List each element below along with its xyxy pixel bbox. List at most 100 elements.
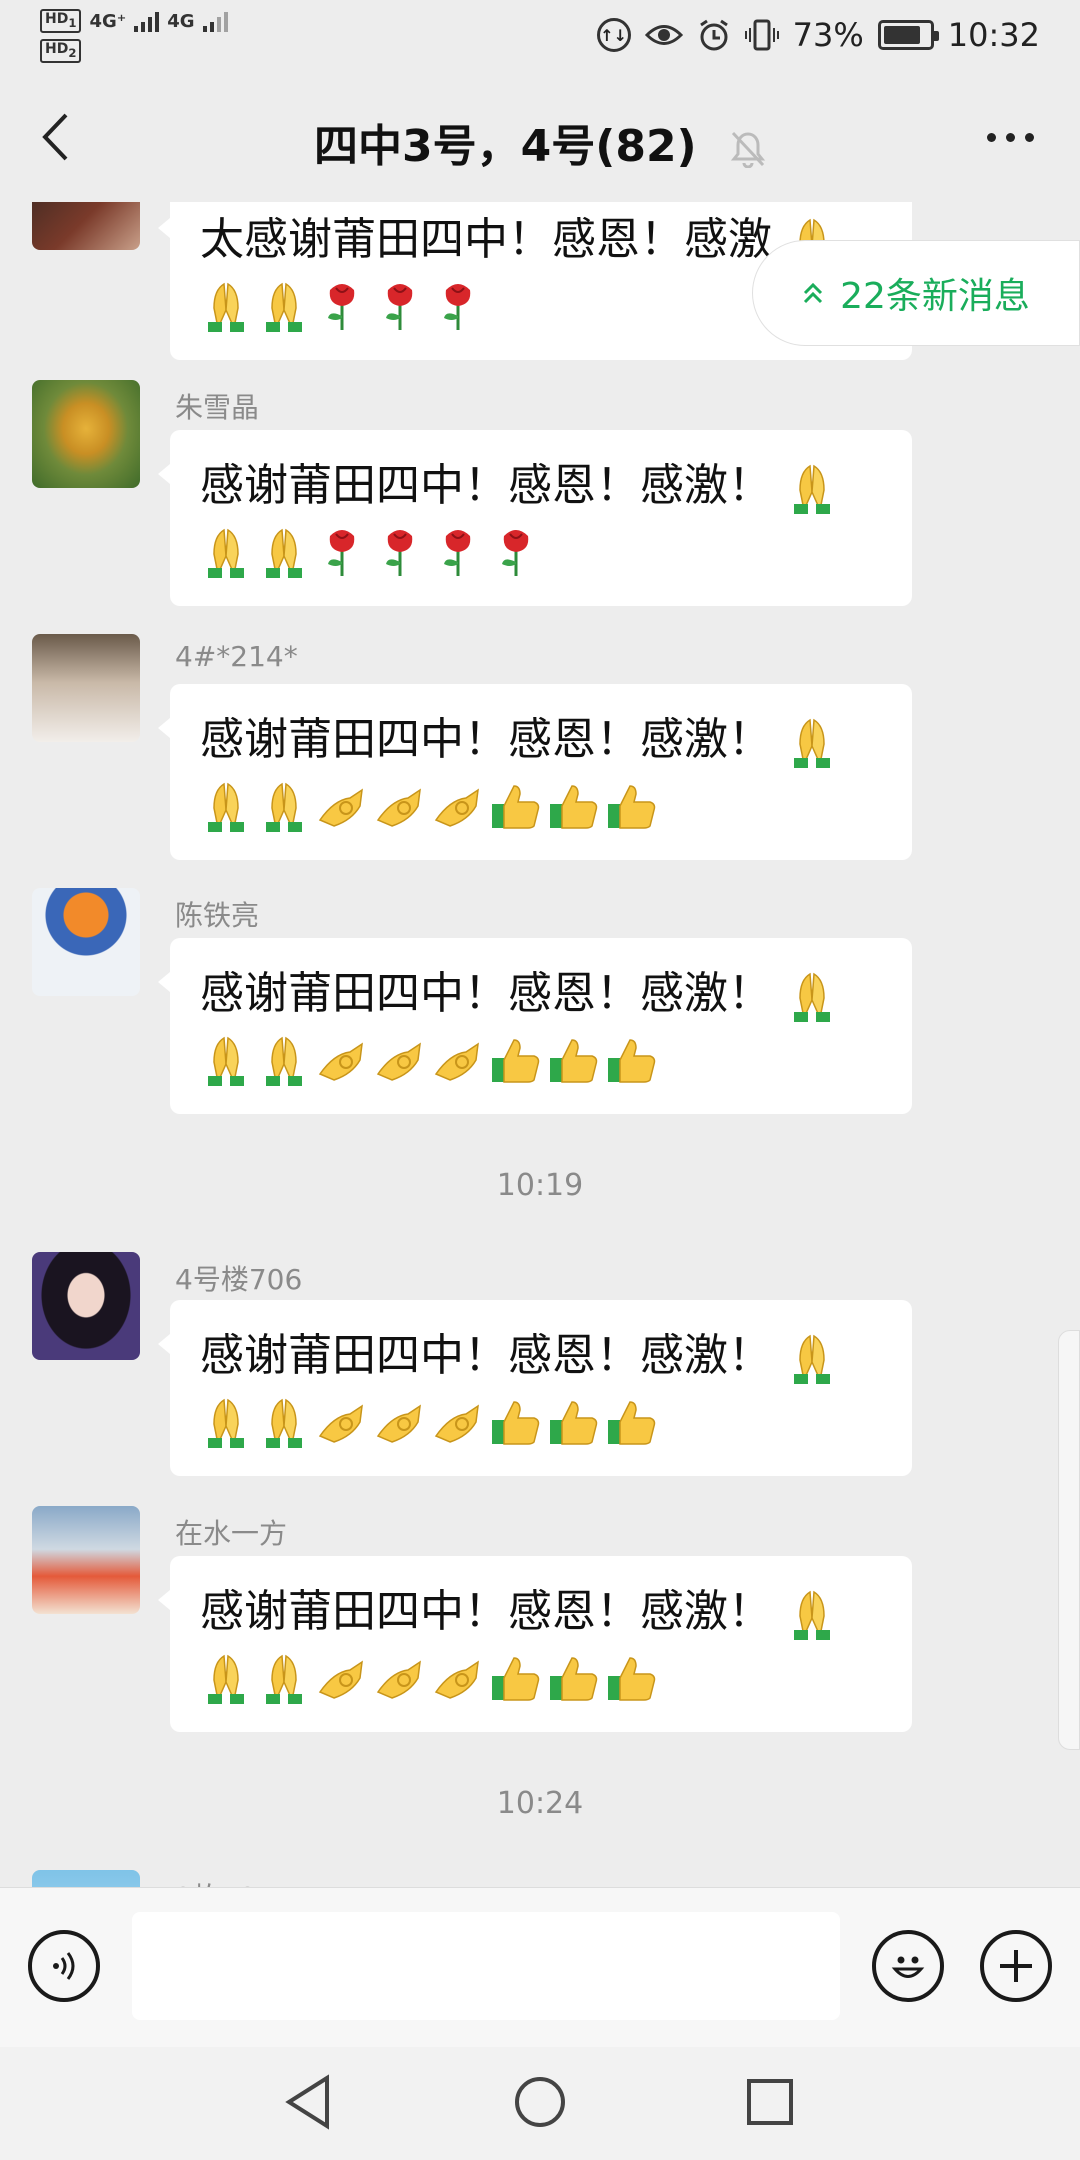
double-chevron-up-icon [804, 282, 823, 304]
pray-emoji-icon [258, 280, 310, 332]
ok-emoji-icon [374, 1396, 426, 1448]
ok-emoji-icon [432, 780, 484, 832]
message-text: 感谢莆田四中！感恩！感激！ [200, 1330, 772, 1381]
ok-emoji-icon [432, 1652, 484, 1704]
message-text: 感谢莆田四中！感恩！感激！ [200, 460, 772, 511]
sender-name: 2栋407 [175, 1876, 274, 1887]
thumb-emoji-icon [548, 1396, 600, 1448]
new-messages-button[interactable]: 22条新消息 [752, 240, 1080, 346]
sender-name: 4#*214* [175, 640, 298, 673]
pray-emoji-icon [258, 780, 310, 832]
thumb-emoji-icon [548, 1034, 600, 1086]
clock: 10:32 [947, 16, 1040, 54]
more-options-button[interactable] [980, 122, 1040, 152]
ok-emoji-icon [316, 1396, 368, 1448]
message-bubble[interactable]: 感谢莆田四中！感恩！感激！ [158, 938, 912, 1114]
avatar[interactable] [32, 634, 140, 742]
emoji-button[interactable] [872, 1930, 944, 2002]
pray-emoji-icon [258, 526, 310, 578]
scrollbar[interactable] [1058, 1330, 1080, 1750]
voice-icon [53, 1952, 75, 1980]
pray-emoji-icon [786, 970, 838, 1022]
sender-name: 陈铁亮 [175, 899, 260, 932]
signal-bars-1-icon [134, 10, 160, 32]
eye-icon [644, 25, 683, 45]
thumb-emoji-icon [548, 1652, 600, 1704]
thumb-emoji-icon [606, 1396, 658, 1448]
ok-emoji-icon [374, 780, 426, 832]
avatar[interactable] [32, 380, 140, 488]
alarm-icon [699, 19, 728, 51]
pray-emoji-icon [200, 780, 252, 832]
system-nav-bar [0, 2047, 1080, 2160]
pray-emoji-icon [200, 1396, 252, 1448]
more-functions-button[interactable] [980, 1930, 1052, 2002]
plus-icon [1000, 1950, 1032, 1982]
data-saver-icon: ↑↓ [596, 18, 631, 52]
message-input[interactable] [132, 1912, 840, 2020]
nav-home-button[interactable] [510, 2072, 570, 2132]
ok-emoji-icon [316, 1652, 368, 1704]
message-bubble[interactable]: 感谢莆田四中！感恩！感激！ [158, 430, 912, 606]
ok-emoji-icon [432, 1034, 484, 1086]
rose-emoji-icon [432, 526, 484, 578]
pray-emoji-icon [786, 462, 838, 514]
dot-icon [1024, 132, 1034, 142]
dot-icon [986, 132, 996, 142]
signal-bars-2-icon [202, 10, 228, 32]
message-text: 太感谢莆田四中！感恩！感激 [200, 214, 772, 265]
sender-name: 朱雪晶 [175, 391, 260, 424]
thumb-emoji-icon [548, 780, 600, 832]
battery-icon [877, 20, 939, 50]
thumb-emoji-icon [606, 1034, 658, 1086]
nav-back-button[interactable] [278, 2072, 338, 2132]
network-type-1: 4G⁺ [89, 10, 127, 32]
network-type-2: 4G [167, 10, 195, 32]
thumb-emoji-icon [606, 1652, 658, 1704]
hd-badge-1: HD1 [40, 9, 82, 33]
avatar[interactable] [32, 202, 140, 250]
pray-emoji-icon [786, 1588, 838, 1640]
message-text: 感谢莆田四中！感恩！感激！ [200, 714, 772, 765]
pray-emoji-icon [200, 1034, 252, 1086]
pray-emoji-icon [786, 716, 838, 768]
pray-emoji-icon [258, 1652, 310, 1704]
pray-emoji-icon [200, 1652, 252, 1704]
chat-title: 四中3号，4号(82) [313, 121, 697, 172]
recents-square-icon [747, 2079, 793, 2125]
vibrate-icon [744, 19, 779, 51]
ok-emoji-icon [432, 1396, 484, 1448]
nav-recents-button[interactable] [740, 2072, 800, 2132]
pray-emoji-icon [786, 1332, 838, 1384]
timestamp: 10:24 [496, 1786, 584, 1821]
message-list[interactable]: 太感谢莆田四中！感恩！感激 朱雪晶 感谢莆田四中！感恩！感激！ 4#*214* … [0, 202, 1080, 1887]
message-bubble[interactable]: 感谢莆田四中！感恩！感激！ [158, 1300, 912, 1476]
rose-emoji-icon [432, 280, 484, 332]
input-bar [0, 1887, 1080, 2047]
ok-emoji-icon [374, 1034, 426, 1086]
voice-button[interactable] [28, 1930, 100, 2002]
sender-name: 4号楼706 [175, 1263, 303, 1296]
avatar[interactable] [32, 1506, 140, 1614]
thumb-emoji-icon [490, 1396, 542, 1448]
avatar[interactable] [32, 1870, 140, 1887]
message-bubble[interactable]: 感谢莆田四中！感恩！感激！ [158, 684, 912, 860]
sender-name: 在水一方 [175, 1517, 288, 1550]
message-bubble[interactable]: 感谢莆田四中！感恩！感激！ [158, 1556, 912, 1732]
chat-title-wrap: 四中3号，4号(82) [0, 110, 1080, 174]
avatar[interactable] [32, 1252, 140, 1360]
dot-icon [1005, 132, 1015, 142]
signal-area: HD1 4G⁺ 4G HD2 [40, 6, 228, 66]
status-bar: HD1 4G⁺ 4G HD2 ↑↓ 73% 10:32 [0, 0, 1080, 72]
thumb-emoji-icon [490, 780, 542, 832]
status-icons: ↑↓ 73% 10:32 [596, 16, 1040, 54]
home-circle-icon [515, 2077, 565, 2127]
hd-badge-2: HD2 [40, 39, 82, 63]
thumb-emoji-icon [490, 1034, 542, 1086]
avatar[interactable] [32, 888, 140, 996]
smiley-icon [891, 1956, 925, 1978]
battery-percent: 73% [792, 16, 864, 54]
new-messages-count: 22条新消息 [840, 276, 1030, 317]
message-text: 感谢莆田四中！感恩！感激！ [200, 1586, 772, 1637]
back-triangle-icon [285, 2074, 329, 2130]
